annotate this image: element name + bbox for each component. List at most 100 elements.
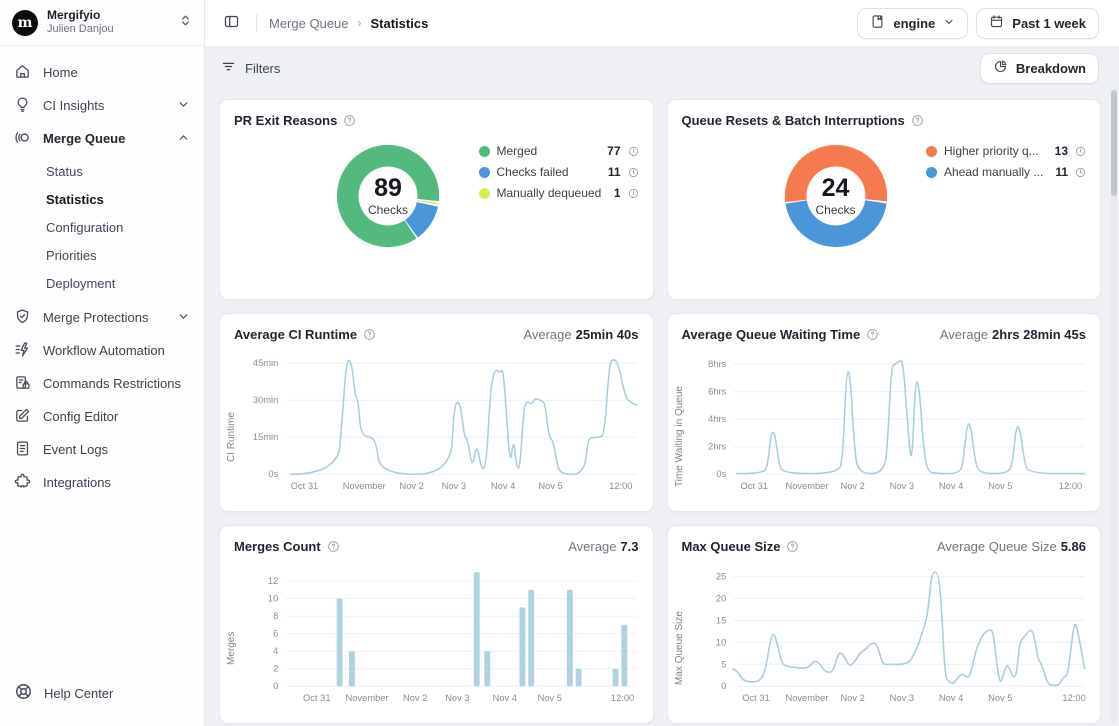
clock-icon[interactable] — [1075, 146, 1086, 157]
queue-resets-donut-chart[interactable]: 24 Checks — [782, 142, 890, 250]
legend-color-dot — [479, 167, 490, 178]
org-name: Mergifyio — [47, 8, 170, 23]
sidebar-item-commands-restrictions[interactable]: Commands Restrictions — [0, 367, 204, 400]
sidebar-toggle-button[interactable] — [219, 9, 244, 37]
svg-text:Nov 5: Nov 5 — [988, 693, 1012, 703]
sidebar-item-configuration[interactable]: Configuration — [0, 213, 204, 241]
help-icon[interactable] — [911, 114, 924, 127]
svg-text:Nov 4: Nov 4 — [938, 481, 962, 491]
sidebar-item-workflow-automation[interactable]: Workflow Automation — [0, 334, 204, 367]
sidebar-item-statistics[interactable]: Statistics — [0, 185, 204, 213]
svg-text:0s: 0s — [716, 469, 726, 479]
card-title: Average CI Runtime — [234, 327, 357, 342]
sidebar-item-integrations[interactable]: Integrations — [0, 466, 204, 499]
document-icon — [14, 440, 31, 460]
svg-text:Nov 2: Nov 2 — [840, 481, 864, 491]
sidebar-item-priorities[interactable]: Priorities — [0, 241, 204, 269]
svg-text:Nov 3: Nov 3 — [889, 693, 913, 703]
repo-selector-button[interactable]: engine — [857, 8, 968, 39]
svg-text:Nov 2: Nov 2 — [400, 481, 424, 491]
main-area: Merge Queue › Statistics engine Past 1 w… — [205, 0, 1119, 726]
max-queue-size-chart[interactable]: 2520151050Oct 31NovemberNov 2Nov 3Nov 4N… — [688, 558, 1093, 708]
clock-icon[interactable] — [628, 146, 639, 157]
legend-item-higher-priority[interactable]: Higher priority q... 13 — [926, 144, 1086, 158]
scrollbar[interactable] — [1111, 90, 1117, 724]
card-avg-ci-runtime: Average CI Runtime Average25min 40s CI R… — [219, 313, 654, 512]
donut-total-value: 89 — [374, 175, 402, 203]
breakdown-button[interactable]: Breakdown — [980, 53, 1099, 84]
shield-check-icon — [14, 308, 31, 328]
user-name: Julien Danjou — [47, 23, 170, 37]
legend-item-checks-failed[interactable]: Checks failed 11 — [479, 165, 639, 179]
legend-item-ahead-manually[interactable]: Ahead manually ... 11 — [926, 165, 1086, 179]
legend-item-manually-dequeued[interactable]: Manually dequeued 1 — [479, 186, 639, 200]
card-merges-count: Merges Count Average7.3 Merges 121086420… — [219, 525, 654, 724]
card-title: Max Queue Size — [682, 539, 781, 554]
svg-text:4hrs: 4hrs — [708, 414, 726, 424]
sidebar-item-ci-insights[interactable]: CI Insights — [0, 89, 204, 122]
filters-button[interactable]: Filters — [221, 59, 280, 77]
clock-icon[interactable] — [1075, 167, 1086, 178]
panel-left-icon — [223, 13, 240, 33]
legend-item-merged[interactable]: Merged 77 — [479, 144, 639, 158]
svg-text:12:00: 12:00 — [1062, 693, 1085, 703]
svg-text:Oct 31: Oct 31 — [740, 481, 767, 491]
svg-text:15: 15 — [715, 615, 725, 625]
svg-text:November: November — [346, 693, 389, 703]
ci-runtime-chart[interactable]: 45min30min15min0sOct 31NovemberNov 2Nov … — [240, 346, 645, 496]
help-icon[interactable] — [866, 328, 879, 341]
sidebar: m Mergifyio Julien Danjou Home CI Insigh… — [0, 0, 205, 726]
pie-chart-icon — [993, 59, 1008, 77]
time-range-button[interactable]: Past 1 week — [976, 8, 1099, 39]
svg-text:Nov 4: Nov 4 — [938, 693, 962, 703]
pr-exit-donut-chart[interactable]: 89 Checks — [334, 142, 442, 250]
card-title: PR Exit Reasons — [234, 113, 337, 128]
sidebar-item-event-logs[interactable]: Event Logs — [0, 433, 204, 466]
svg-text:Nov 5: Nov 5 — [988, 481, 1012, 491]
calendar-icon — [989, 14, 1004, 32]
legend-color-dot — [479, 188, 490, 199]
svg-text:4: 4 — [273, 646, 278, 656]
card-title: Queue Resets & Batch Interruptions — [682, 113, 905, 128]
card-max-queue-size: Max Queue Size Average Queue Size5.86 Ma… — [667, 525, 1102, 724]
org-switcher[interactable]: m Mergifyio Julien Danjou — [0, 0, 204, 46]
help-center-link[interactable]: Help Center — [0, 666, 204, 726]
legend-color-dot — [479, 146, 490, 157]
lifebuoy-icon — [14, 682, 33, 704]
sidebar-item-status[interactable]: Status — [0, 157, 204, 185]
queue-waiting-time-chart[interactable]: 8hrs6hrs4hrs2hrs0sOct 31NovemberNov 2Nov… — [688, 346, 1093, 496]
breadcrumb: Merge Queue › Statistics — [269, 16, 428, 31]
help-icon[interactable] — [363, 328, 376, 341]
svg-text:0: 0 — [273, 681, 278, 691]
svg-text:Nov 5: Nov 5 — [538, 693, 562, 703]
org-switcher-chevrons-icon — [179, 14, 192, 32]
scrollbar-thumb[interactable] — [1111, 90, 1117, 196]
breadcrumb-merge-queue[interactable]: Merge Queue — [269, 16, 349, 31]
help-icon[interactable] — [327, 540, 340, 553]
sidebar-item-home[interactable]: Home — [0, 56, 204, 89]
svg-text:45min: 45min — [253, 358, 278, 368]
svg-text:15min: 15min — [253, 432, 278, 442]
y-axis-label: Max Queue Size — [674, 556, 688, 723]
merges-count-chart[interactable]: 121086420Oct 31NovemberNov 2Nov 3Nov 4No… — [240, 558, 645, 708]
sidebar-item-deployment[interactable]: Deployment — [0, 269, 204, 297]
cards-grid: PR Exit Reasons 89 Checks Mer — [205, 89, 1119, 726]
merge-queue-icon — [14, 129, 31, 149]
svg-text:Nov 3: Nov 3 — [889, 481, 913, 491]
clock-icon[interactable] — [628, 188, 639, 199]
help-icon[interactable] — [343, 114, 356, 127]
svg-text:5: 5 — [721, 659, 726, 669]
sidebar-item-merge-queue[interactable]: Merge Queue — [0, 122, 204, 155]
clock-icon[interactable] — [628, 167, 639, 178]
average-summary: Average Queue Size5.86 — [937, 539, 1086, 554]
filters-toolbar: Filters Breakdown — [205, 47, 1119, 89]
help-icon[interactable] — [786, 540, 799, 553]
sidebar-nav: Home CI Insights Merge Queue Status Stat… — [0, 46, 204, 666]
chevron-down-icon — [177, 98, 190, 114]
edit-pencil-icon — [14, 407, 31, 427]
card-avg-queue-waiting-time: Average Queue Waiting Time Average2hrs 2… — [667, 313, 1102, 512]
sidebar-item-merge-protections[interactable]: Merge Protections — [0, 301, 204, 334]
sidebar-item-config-editor[interactable]: Config Editor — [0, 400, 204, 433]
legend-color-dot — [926, 146, 937, 157]
svg-text:Nov 4: Nov 4 — [493, 693, 517, 703]
